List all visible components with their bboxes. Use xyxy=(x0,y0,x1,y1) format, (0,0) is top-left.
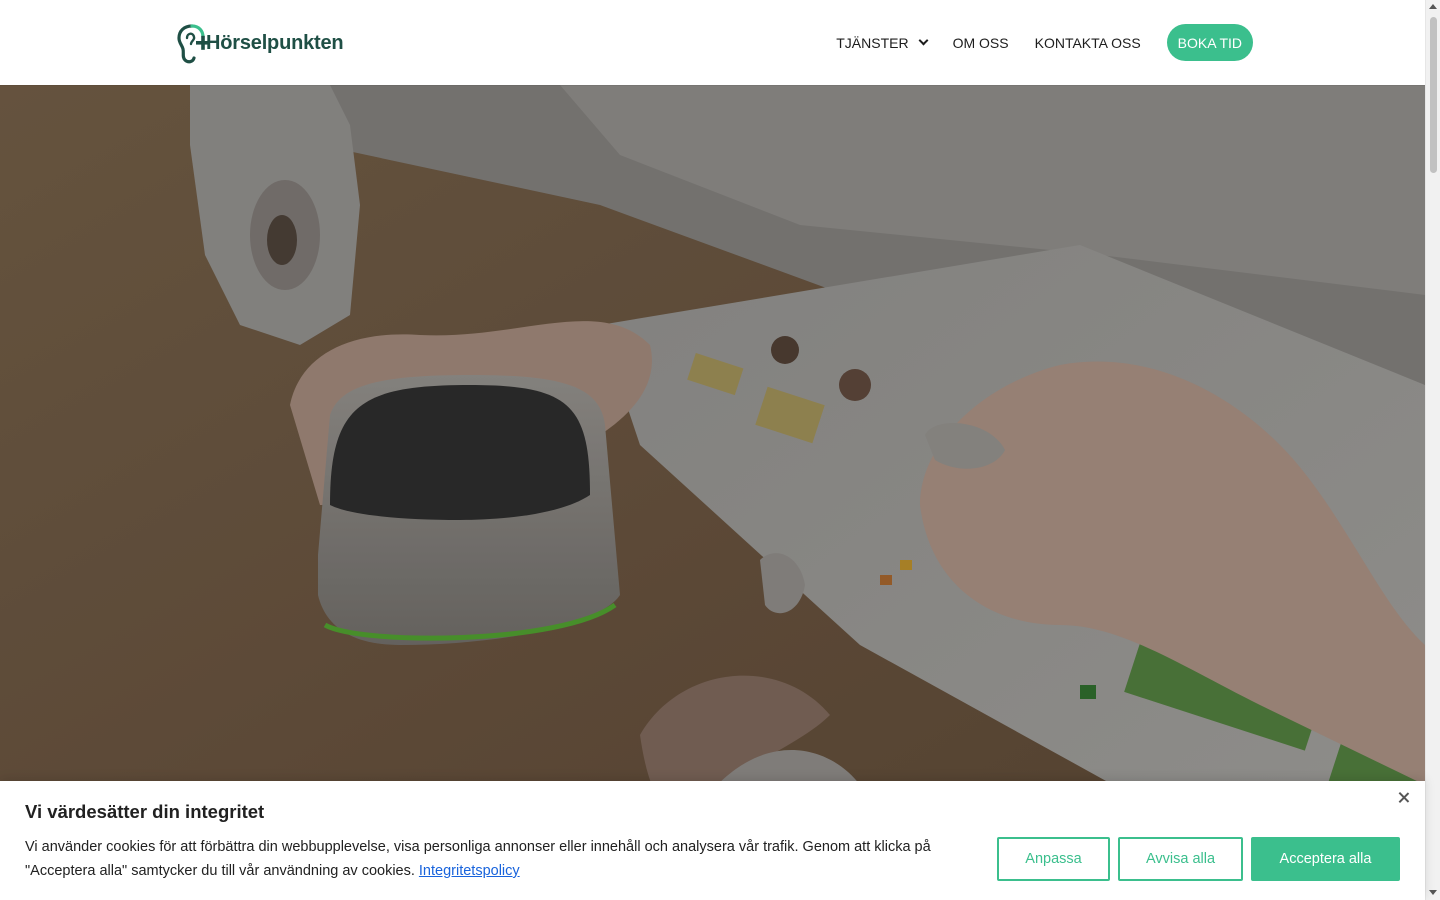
hero-dim-overlay xyxy=(0,85,1425,900)
nav-item-label: TJÄNSTER xyxy=(836,34,909,51)
book-appointment-button[interactable]: BOKA TID xyxy=(1166,24,1253,61)
privacy-policy-link[interactable]: Integritetspolicy xyxy=(419,863,520,879)
site-header: Hörselpunkten TJÄNSTER OM OSS KONTAKTA O… xyxy=(0,0,1425,85)
logo[interactable]: Hörselpunkten xyxy=(176,20,344,66)
cookie-title: Vi värdesätter din integritet xyxy=(25,801,265,822)
nav-item-about[interactable]: OM OSS xyxy=(953,35,1009,51)
page-scrollbar[interactable] xyxy=(1425,0,1440,900)
hero-image xyxy=(0,85,1425,900)
accept-all-button[interactable]: Acceptera alla xyxy=(1251,837,1400,881)
close-icon[interactable] xyxy=(1397,791,1411,805)
chevron-down-icon xyxy=(918,35,929,46)
scroll-up-arrow-icon[interactable] xyxy=(1429,4,1437,9)
logo-text: Hörselpunkten xyxy=(206,31,344,54)
nav-item-contact[interactable]: KONTAKTA OSS xyxy=(1035,35,1141,51)
ear-plus-logo-icon xyxy=(177,24,210,64)
scrollbar-thumb[interactable] xyxy=(1430,17,1437,173)
cookie-consent-banner: Vi värdesätter din integritet Vi använde… xyxy=(0,781,1425,900)
reject-all-button[interactable]: Avvisa alla xyxy=(1118,837,1243,881)
main-nav: TJÄNSTER OM OSS KONTAKTA OSS BOKA TID xyxy=(836,24,1253,61)
scroll-down-arrow-icon[interactable] xyxy=(1429,890,1437,895)
nav-item-services[interactable]: TJÄNSTER xyxy=(836,34,929,51)
cookie-text: Vi använder cookies för att förbättra di… xyxy=(25,835,965,883)
customize-button[interactable]: Anpassa xyxy=(997,837,1110,881)
